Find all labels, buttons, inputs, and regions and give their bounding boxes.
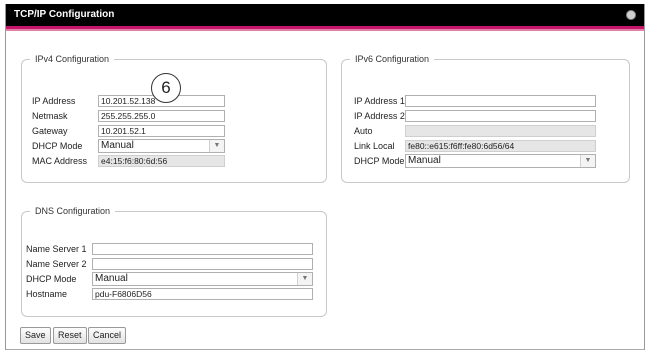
ipv4-gateway-row: Gateway 10.201.52.1	[32, 125, 322, 137]
dns-ns2-label: Name Server 2	[26, 259, 87, 269]
save-button[interactable]: Save	[20, 327, 51, 344]
dns-hostname-input[interactable]: pdu-F6806D56	[92, 288, 313, 300]
ipv4-mac-row: MAC Address e4:15:f6:80:6d:56	[32, 155, 322, 167]
chevron-down-icon[interactable]: ▼	[580, 155, 595, 167]
ipv4-dhcp-row: DHCP Mode Manual ▼	[32, 139, 322, 153]
ipv6-ip1-input[interactable]	[405, 95, 596, 107]
ipv6-auto-value	[405, 125, 596, 137]
ipv6-ip2-row: IP Address 2	[354, 110, 624, 122]
ipv4-gateway-input[interactable]: 10.201.52.1	[98, 125, 225, 137]
window-bottom-border	[6, 349, 644, 350]
ipv4-ip-label: IP Address	[32, 96, 76, 106]
ipv6-auto-label: Auto	[354, 126, 373, 136]
dns-dhcp-label: DHCP Mode	[26, 274, 77, 284]
dns-dhcp-select[interactable]: Manual ▼	[92, 272, 313, 286]
reset-button[interactable]: Reset	[53, 327, 87, 344]
close-icon[interactable]	[626, 10, 636, 20]
ipv4-dhcp-value: Manual	[101, 140, 134, 151]
ipv6-dhcp-select[interactable]: Manual ▼	[405, 154, 596, 168]
ipv6-ip2-input[interactable]	[405, 110, 596, 122]
dns-ns1-row: Name Server 1	[26, 243, 322, 255]
ipv6-link-local-label: Link Local	[354, 141, 395, 151]
ipv4-dhcp-select[interactable]: Manual ▼	[98, 139, 225, 153]
ipv6-link-local-row: Link Local fe80::e615:f6ff:fe80:6d56/64	[354, 140, 624, 152]
dns-ns1-label: Name Server 1	[26, 244, 87, 254]
ipv4-config-group: IPv4 Configuration IP Address 10.201.52.…	[21, 54, 327, 183]
ipv6-dhcp-row: DHCP Mode Manual ▼	[354, 154, 624, 168]
ipv6-config-group: IPv6 Configuration IP Address 1 IP Addre…	[341, 54, 630, 183]
ipv4-netmask-label: Netmask	[32, 111, 68, 121]
ipv4-legend: IPv4 Configuration	[35, 54, 110, 64]
ipv4-mac-label: MAC Address	[32, 156, 88, 166]
ipv4-dhcp-label: DHCP Mode	[32, 141, 83, 151]
ipv6-auto-row: Auto	[354, 125, 624, 137]
dns-ns2-row: Name Server 2	[26, 258, 322, 270]
dns-ns1-input[interactable]	[92, 243, 313, 255]
dns-hostname-row: Hostname pdu-F6806D56	[26, 288, 322, 300]
ipv6-ip2-label: IP Address 2	[354, 111, 405, 121]
chevron-down-icon[interactable]: ▼	[209, 140, 224, 152]
ipv6-ip1-label: IP Address 1	[354, 96, 405, 106]
dns-dhcp-row: DHCP Mode Manual ▼	[26, 272, 322, 286]
window-title: TCP/IP Configuration	[14, 9, 115, 20]
dns-hostname-label: Hostname	[26, 289, 68, 299]
chevron-down-icon[interactable]: ▼	[297, 273, 312, 285]
ipv6-legend: IPv6 Configuration	[355, 54, 430, 64]
dns-dhcp-value: Manual	[95, 273, 128, 284]
dns-config-group: DNS Configuration Name Server 1 Name Ser…	[21, 206, 327, 317]
ipv4-netmask-row: Netmask 255.255.255.0	[32, 110, 322, 122]
dns-legend: DNS Configuration	[35, 206, 111, 216]
dns-ns2-input[interactable]	[92, 258, 313, 270]
callout-marker: 6	[151, 73, 181, 103]
ipv4-mac-value: e4:15:f6:80:6d:56	[98, 155, 225, 167]
tcpip-config-window: TCP/IP Configuration IPv4 Configuration …	[5, 4, 645, 350]
title-accent-bar-light	[6, 29, 644, 31]
ipv4-netmask-input[interactable]: 255.255.255.0	[98, 110, 225, 122]
cancel-button[interactable]: Cancel	[88, 327, 127, 344]
ipv6-link-local-value: fe80::e615:f6ff:fe80:6d56/64	[405, 140, 596, 152]
title-bar: TCP/IP Configuration	[6, 4, 644, 26]
ipv6-ip1-row: IP Address 1	[354, 95, 624, 107]
ipv6-dhcp-label: DHCP Mode	[354, 156, 405, 166]
ipv6-dhcp-value: Manual	[408, 155, 441, 166]
ipv4-gateway-label: Gateway	[32, 126, 68, 136]
